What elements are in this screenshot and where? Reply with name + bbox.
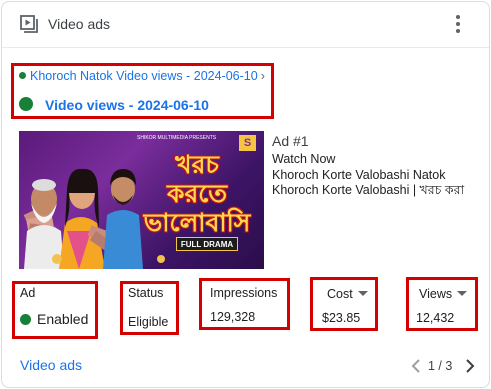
metric-ad-label: Ad bbox=[20, 286, 36, 300]
full-drama-badge: FULL DRAMA bbox=[176, 237, 238, 251]
metric-impressions-box: Impressions 129,328 bbox=[199, 278, 290, 330]
metric-views-label: Views bbox=[419, 287, 453, 301]
ad-info: Ad #1 Watch Now Khoroch Korte Valobashi … bbox=[272, 133, 484, 199]
campaign-name-link[interactable]: Video views - 2024-06-10 bbox=[19, 97, 209, 113]
card-header: Video ads bbox=[2, 2, 489, 47]
chevron-right-icon[interactable] bbox=[464, 357, 476, 375]
ad-headline: Watch Now bbox=[272, 152, 336, 166]
ad-status-text: Enabled bbox=[37, 311, 89, 327]
metric-impressions-label: Impressions bbox=[210, 286, 278, 300]
metric-cost-label: Cost bbox=[327, 287, 353, 301]
ad-long-headline: Khoroch Korte Valobashi Natok bbox=[272, 167, 446, 182]
chevron-right-icon: › bbox=[260, 69, 265, 83]
metric-views-value: 12,432 bbox=[416, 311, 455, 325]
metric-cost-box: Cost $23.85 bbox=[310, 277, 378, 331]
metric-ad-box: Ad Enabled bbox=[12, 281, 98, 339]
video-ads-footer-link[interactable]: Video ads bbox=[20, 357, 82, 373]
coin-icon bbox=[52, 254, 62, 264]
video-ads-card: Video ads Khoroch Natok Video views - 20… bbox=[1, 1, 490, 388]
more-vert-icon[interactable] bbox=[448, 13, 468, 35]
video-play-icon bbox=[20, 15, 38, 33]
ad-description: Khoroch Korte Valobashi | খরচ করা bbox=[272, 183, 465, 197]
metric-impressions-value: 129,328 bbox=[210, 310, 256, 324]
chevron-left-icon[interactable] bbox=[410, 357, 422, 375]
thumbnail-logo: S bbox=[239, 135, 256, 151]
sort-caret-icon bbox=[457, 291, 468, 297]
header-divider bbox=[2, 47, 489, 48]
metric-status-box: Status Eligible bbox=[120, 281, 179, 335]
metric-status-label: Status bbox=[128, 286, 164, 300]
thumbnail-title-art: খরচ করতে ভালোবাসি bbox=[143, 151, 251, 237]
views-sort-header[interactable]: Views bbox=[419, 287, 468, 301]
ad-video-thumbnail[interactable]: SHIKOR MULTIMEDIA PRESENTS S খরচ করতে ভা… bbox=[19, 131, 264, 269]
campaign-breadcrumb-link[interactable]: Khoroch Natok Video views - 2024-06-10 › bbox=[19, 69, 265, 83]
thumbnail-top-text: SHIKOR MULTIMEDIA PRESENTS bbox=[137, 135, 217, 141]
page-indicator: 1 / 3 bbox=[428, 359, 453, 373]
ad-status-value: Enabled bbox=[20, 311, 88, 327]
metric-status-value: Eligible bbox=[128, 315, 169, 329]
card-title: Video ads bbox=[48, 16, 111, 32]
enabled-status-dot-icon bbox=[19, 72, 26, 80]
metric-views-box: Views 12,432 bbox=[406, 277, 478, 331]
campaign-name-text: Video views - 2024-06-10 bbox=[45, 97, 209, 113]
sort-caret-icon bbox=[357, 291, 368, 297]
metric-cost-value: $23.85 bbox=[322, 311, 361, 325]
breadcrumb-text: Khoroch Natok Video views - 2024-06-10 bbox=[30, 69, 258, 83]
enabled-status-dot-icon bbox=[20, 313, 31, 325]
cost-sort-header[interactable]: Cost bbox=[327, 287, 368, 301]
ad-number: Ad #1 bbox=[272, 133, 309, 149]
coin-icon bbox=[157, 255, 165, 263]
enabled-status-dot-icon bbox=[19, 97, 33, 112]
campaign-highlight-box: Khoroch Natok Video views - 2024-06-10 › … bbox=[11, 63, 274, 119]
